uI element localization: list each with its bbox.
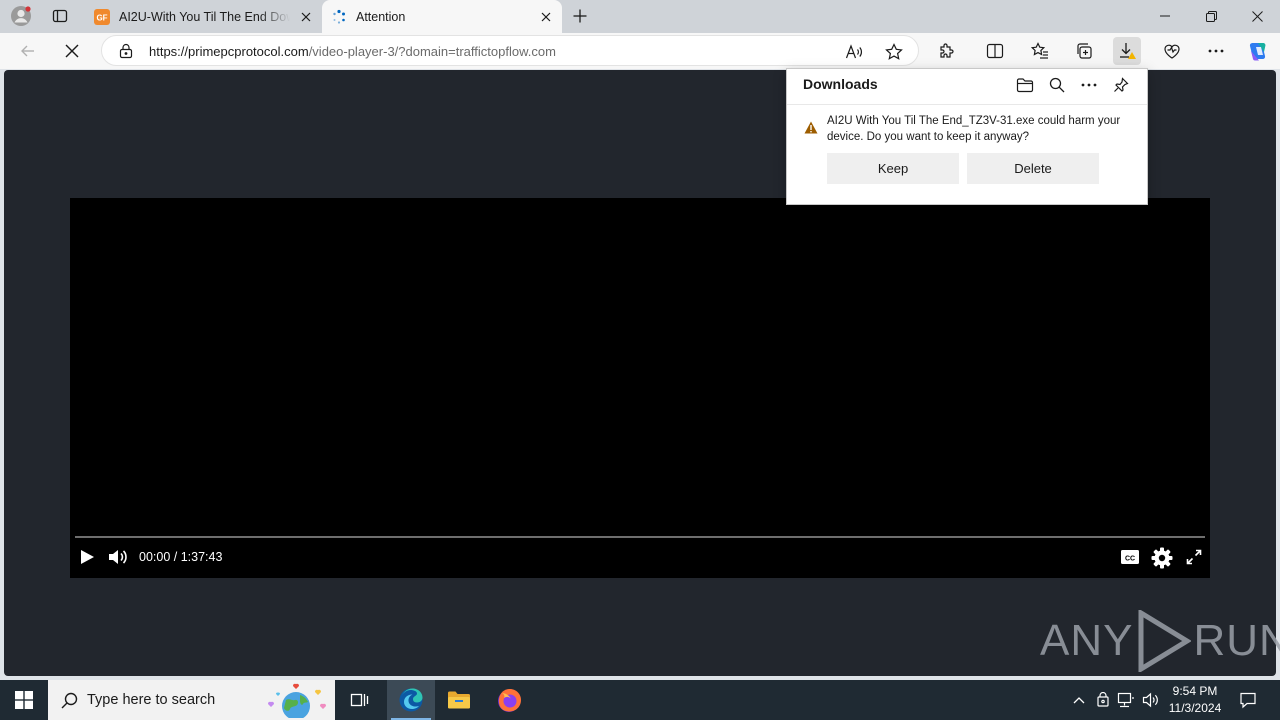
video-player[interactable]: 00:00 / 1:37:43 CC	[70, 198, 1210, 578]
tab-close-icon[interactable]	[296, 7, 316, 27]
restore-button[interactable]	[1188, 0, 1234, 32]
video-time-display: 00:00 / 1:37:43	[139, 550, 223, 564]
tab-actions-icon[interactable]	[47, 4, 73, 28]
volume-icon[interactable]	[107, 546, 129, 568]
downloads-button[interactable]	[1113, 37, 1141, 65]
copilot-icon[interactable]	[1244, 37, 1272, 65]
video-progress-bar[interactable]	[75, 536, 1205, 538]
watermark-left: ANY	[1040, 616, 1134, 665]
edge-taskbar-icon[interactable]	[387, 680, 435, 720]
clock-time: 9:54 PM	[1172, 684, 1218, 698]
firefox-taskbar-icon[interactable]	[485, 680, 533, 720]
fullscreen-icon[interactable]	[1183, 546, 1205, 568]
lock-icon[interactable]	[119, 43, 133, 59]
svg-text:CC: CC	[1125, 555, 1135, 562]
start-button[interactable]	[0, 680, 48, 720]
flyout-divider	[787, 104, 1147, 105]
extensions-icon[interactable]	[933, 37, 961, 65]
tab-title: Attention	[356, 9, 406, 24]
stop-loading-button[interactable]	[57, 36, 87, 66]
play-triangle-logo-icon	[1138, 610, 1192, 672]
tab-strip: GF AI2U-With You Til The End Download At…	[0, 0, 1280, 33]
show-hidden-icons-chevron-icon[interactable]	[1068, 680, 1090, 720]
url-text: https://primepcprotocol.com/video-player…	[149, 44, 556, 59]
read-aloud-icon[interactable]	[844, 42, 864, 62]
delete-button[interactable]: Delete	[967, 153, 1099, 184]
tab-ai2u-download[interactable]: GF AI2U-With You Til The End Download	[85, 0, 322, 33]
volume-tray-icon[interactable]	[1140, 680, 1162, 720]
settings-gear-icon[interactable]	[1150, 546, 1174, 570]
windows-logo-icon	[15, 691, 33, 709]
clock-date: 11/3/2024	[1168, 701, 1222, 715]
play-icon[interactable]	[77, 546, 97, 568]
warning-icon	[804, 121, 818, 134]
keep-button[interactable]: Keep	[827, 153, 959, 184]
close-window-button[interactable]	[1234, 0, 1280, 32]
url-host: https://primepcprotocol.com	[149, 44, 309, 59]
windows-taskbar: Type here to search 9:54 PM 11/3/2024	[0, 680, 1280, 720]
split-screen-icon[interactable]	[981, 37, 1009, 65]
download-warning-message: AI2U With You Til The End_TZ3V-31.exe co…	[827, 115, 1121, 143]
watermark-right: RUN	[1193, 616, 1280, 665]
tab-title: AI2U-With You Til The End Download	[119, 9, 290, 24]
anyrun-watermark: ANY RUN	[1040, 610, 1280, 672]
taskbar-search-box[interactable]: Type here to search	[48, 680, 335, 720]
more-options-icon[interactable]	[1075, 73, 1103, 97]
task-view-icon[interactable]	[336, 680, 384, 720]
network-icon[interactable]	[1116, 680, 1136, 720]
loading-dots-icon	[331, 9, 347, 25]
tab-attention[interactable]: Attention	[322, 0, 562, 33]
browser-essentials-icon[interactable]	[1158, 37, 1186, 65]
pin-icon[interactable]	[1107, 73, 1135, 97]
search-placeholder: Type here to search	[87, 692, 216, 708]
device-security-icon[interactable]	[1093, 680, 1113, 720]
notifications-icon[interactable]	[1236, 680, 1260, 720]
favorites-icon[interactable]	[1026, 37, 1054, 65]
back-button[interactable]	[13, 36, 43, 66]
gf-orange-favicon: GF	[94, 8, 110, 25]
browser-toolbar: https://primepcprotocol.com/video-player…	[0, 33, 1280, 69]
search-highlight-earth-icon	[260, 682, 332, 718]
captions-button[interactable]: CC	[1119, 546, 1141, 568]
file-explorer-icon[interactable]	[435, 680, 483, 720]
downloads-flyout: Downloads AI2U With You Til The End_TZ3V…	[786, 68, 1148, 205]
taskbar-clock[interactable]: 9:54 PM 11/3/2024	[1160, 683, 1230, 717]
open-folder-icon[interactable]	[1011, 73, 1039, 97]
profile-avatar-icon[interactable]	[8, 4, 34, 28]
minimize-button[interactable]	[1142, 0, 1188, 32]
search-icon	[61, 692, 78, 709]
address-bar[interactable]: https://primepcprotocol.com/video-player…	[101, 35, 919, 66]
svg-text:GF: GF	[96, 13, 107, 22]
search-downloads-icon[interactable]	[1043, 73, 1071, 97]
favorite-star-icon[interactable]	[884, 42, 904, 62]
url-path: /video-player-3/?domain=traffictopflow.c…	[308, 44, 556, 59]
downloads-heading: Downloads	[803, 76, 878, 92]
tab-close-icon[interactable]	[536, 7, 556, 27]
more-menu-icon[interactable]	[1202, 37, 1230, 65]
new-tab-button[interactable]	[568, 5, 592, 27]
collections-icon[interactable]	[1070, 37, 1098, 65]
